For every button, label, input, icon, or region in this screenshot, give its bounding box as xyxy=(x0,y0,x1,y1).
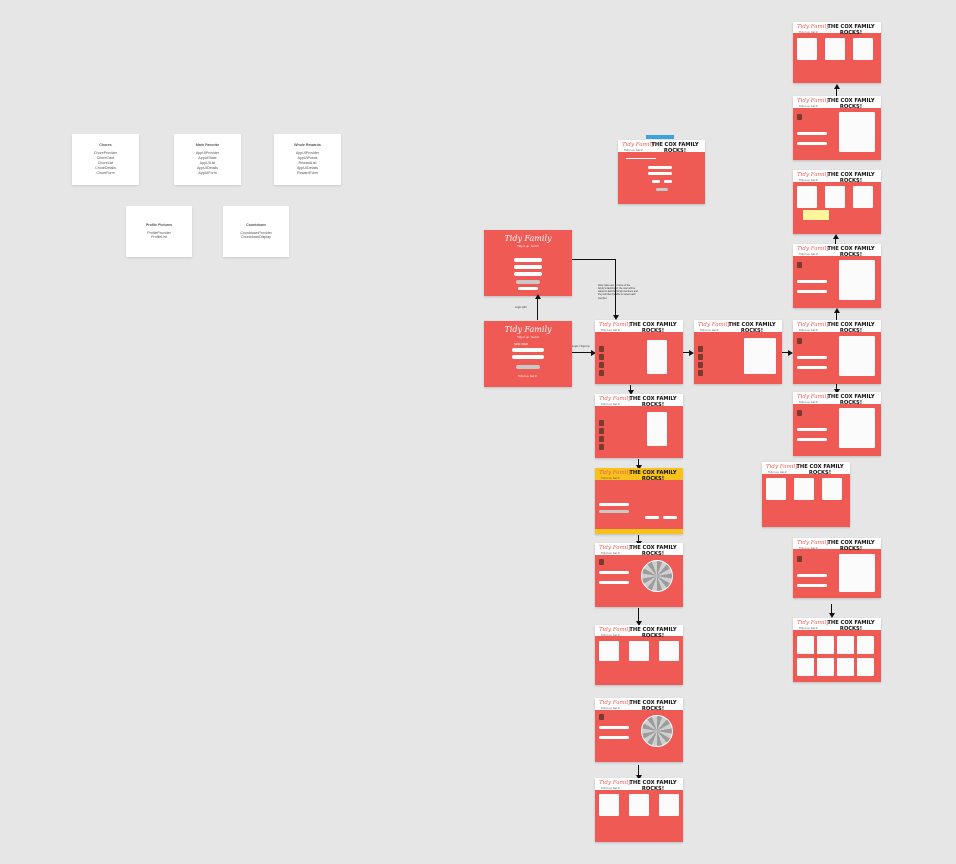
rewards-frame-2: Tidy Family Tidy it up. Get it! THE COX FA… xyxy=(595,778,683,842)
dashboard-frame-1: Tidy Family Tidy it up. Get it! THE COX FA… xyxy=(595,320,683,384)
right-frame-4: Tidy Family Tidy it up. Get it! THE COX FA… xyxy=(793,244,881,308)
component-note-chores: Chores ChoreProvider ChoreCard ChoreList Ch… xyxy=(72,134,139,185)
right-frame-6: Tidy Family Tidy it up. Get it! THE COX FA… xyxy=(793,392,881,456)
component-note-countdown: Countdown CountdownProvider CountdownDisp… xyxy=(223,206,289,257)
chore-detail-frame: Tidy Family Tidy it up. Get it! THE COX FA… xyxy=(595,468,683,534)
add-member-frame: Tidy Family Tidy it up. Get it! THE COX … xyxy=(618,140,705,204)
rewards-frame-1: Tidy Family Tidy it up. Get it! THE COX FA… xyxy=(595,625,683,685)
right-frame-9: Tidy Family Tidy it up. Get it! THE COX FA… xyxy=(793,618,881,682)
right-frame-5: Tidy Family Tidy it up. Get it! THE COX FA… xyxy=(793,320,881,384)
component-note-main-favorite: Main Favorite AppUIProvider AppUIState App… xyxy=(174,134,241,185)
member-select-frame: Tidy Family Tidy it up. Get it! THE COX FA… xyxy=(694,320,782,384)
login-frame: Tidy Family Tidy it up. Get it! NEW USER… xyxy=(484,321,572,387)
right-frame-1: Tidy Family Tidy it up. Get it! THE COX FA… xyxy=(793,22,881,83)
component-note-whole-rewards: Whole Rewards AppUIProvider AppUIPoints Re… xyxy=(274,134,341,185)
component-note-profile-pictures: Profile Pictures ProfileProvider ProfileL… xyxy=(126,206,192,257)
right-frame-8: Tidy Family Tidy it up. Get it! THE COX FA… xyxy=(793,538,881,598)
dashboard-frame-2: Tidy Family Tidy it up. Get it! THE COX FA… xyxy=(595,394,683,458)
side-note: Note: take user to home of the family's … xyxy=(598,284,638,300)
right-frame-2: Tidy Family Tidy it up. Get it! THE COX FA… xyxy=(793,96,881,160)
wheel-frame-2: Tidy Family Tidy it up. Get it! THE COX FA… xyxy=(595,698,683,762)
wheel-frame-1: Tidy Family Tidy it up. Get it! THE COX FA… xyxy=(595,543,683,607)
right-frame-7: Tidy Family Tidy it up. Get it! THE COX FA… xyxy=(762,462,850,527)
selection-indicator xyxy=(646,135,674,139)
signup-frame: Tidy Family Tidy it up. Get it! xyxy=(484,230,572,296)
arrow-label-login: Login with xyxy=(515,306,527,309)
arrow-login-to-signup xyxy=(537,298,539,320)
right-frame-3: Tidy Family Tidy it up. Get it! THE COX FA… xyxy=(793,170,881,234)
